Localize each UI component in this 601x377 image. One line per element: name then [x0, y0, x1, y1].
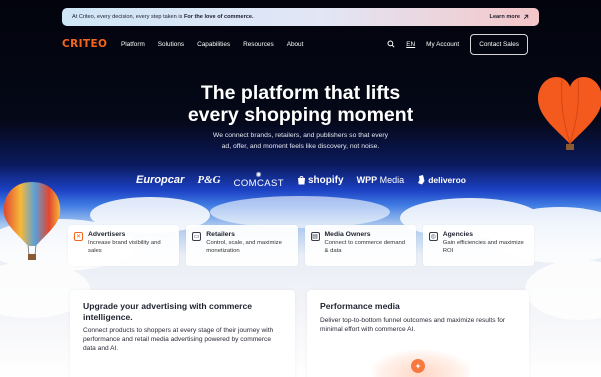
nav-item-about[interactable]: About [287, 41, 304, 48]
card-title: Advertisers [88, 231, 126, 238]
panel-text: Connect products to shoppers at every st… [83, 327, 274, 352]
europcar-logo: Europcar [136, 174, 185, 186]
search-icon[interactable] [387, 40, 395, 48]
performance-media-panel: Performance media Deliver top-to-bottom … [307, 290, 529, 377]
nav-menu: Platform Solutions Capabilities Resource… [121, 41, 303, 48]
nav-item-resources[interactable]: Resources [243, 41, 274, 48]
nav-actions: EN My Account Contact Sales [387, 33, 528, 55]
wpp-media-logo: WPP Media [356, 175, 405, 185]
sparkle-icon: ✦ [411, 359, 425, 373]
nav-item-platform[interactable]: Platform [121, 41, 145, 48]
card-description: Control, scale, and maximize monetizatio… [206, 240, 282, 254]
shopify-logo: shopify [297, 175, 344, 186]
pg-logo: P&G [197, 174, 221, 186]
kangaroo-icon [418, 175, 425, 185]
card-advertisers[interactable]: ✕ Advertisers Increase brand visibility … [68, 225, 180, 266]
partner-logos: Europcar P&G ✺ COMCAST shopify WPP Media… [136, 172, 466, 188]
contact-sales-button[interactable]: Contact Sales [470, 33, 528, 55]
criteo-logo[interactable]: CRITEO [62, 38, 119, 50]
nav-item-solutions[interactable]: Solutions [158, 41, 184, 48]
shopping-bag-icon [297, 176, 305, 185]
announcement-banner: At Criteo, every decision, every step ta… [62, 8, 539, 26]
language-selector[interactable]: EN [406, 41, 415, 48]
card-title: Retailers [206, 231, 235, 238]
hot-air-balloon-left [3, 182, 61, 260]
hero-subtitle-line-1: We connect brands, retailers, and publis… [212, 132, 389, 139]
card-description: Gain efficiencies and maximize ROI [442, 240, 524, 254]
panel-title: Upgrade your advertising with commerce i… [83, 301, 253, 322]
learn-more-link[interactable]: Learn more [490, 14, 529, 20]
commerce-intelligence-panel: Upgrade your advertising with commerce i… [70, 290, 295, 377]
hero-title-line-1: The platform that lifts [200, 82, 401, 104]
hero-title: The platform that lifts every shopping m… [0, 82, 601, 126]
card-title: Media Owners [324, 231, 371, 238]
media-icon: ▤ [310, 232, 320, 241]
hero-subtitle: We connect brands, retailers, and publis… [0, 131, 601, 152]
card-description: Increase brand visibility and sales [88, 240, 161, 254]
hero-title-line-2: every shopping moment [187, 104, 414, 126]
nav-item-capabilities[interactable]: Capabilities [197, 41, 230, 48]
card-title: Agencies [442, 231, 473, 238]
card-media-owners[interactable]: ▤ Media Owners Connect to commerce deman… [304, 225, 416, 266]
deliveroo-logo: deliveroo [417, 175, 466, 185]
arrow-up-right-icon [523, 14, 529, 20]
card-agencies[interactable]: ◎ Agencies Gain efficiencies and maximiz… [422, 225, 534, 266]
banner-text: At Criteo, every decision, every step ta… [72, 14, 254, 20]
my-account-link[interactable]: My Account [426, 41, 459, 48]
comcast-logo: ✺ COMCAST [233, 172, 284, 189]
retail-register-icon: ▭ [192, 232, 202, 241]
agency-icon: ◎ [428, 232, 438, 241]
panel-text: Deliver top-to-bottom funnel outcomes an… [320, 316, 506, 333]
card-description: Connect to commerce demand & data [324, 240, 406, 254]
card-retailers[interactable]: ▭ Retailers Control, scale, and maximize… [186, 225, 298, 266]
banner-text-bold: For the love of commerce. [183, 14, 254, 20]
panel-title: Performance media [320, 301, 400, 311]
advertisers-icon: ✕ [74, 232, 83, 241]
audience-cards: ✕ Advertisers Increase brand visibility … [68, 225, 534, 266]
hero-subtitle-line-2: ad, offer, and moment feels like discove… [221, 142, 380, 150]
main-navigation: CRITEO Platform Solutions Capabilities R… [62, 33, 528, 55]
